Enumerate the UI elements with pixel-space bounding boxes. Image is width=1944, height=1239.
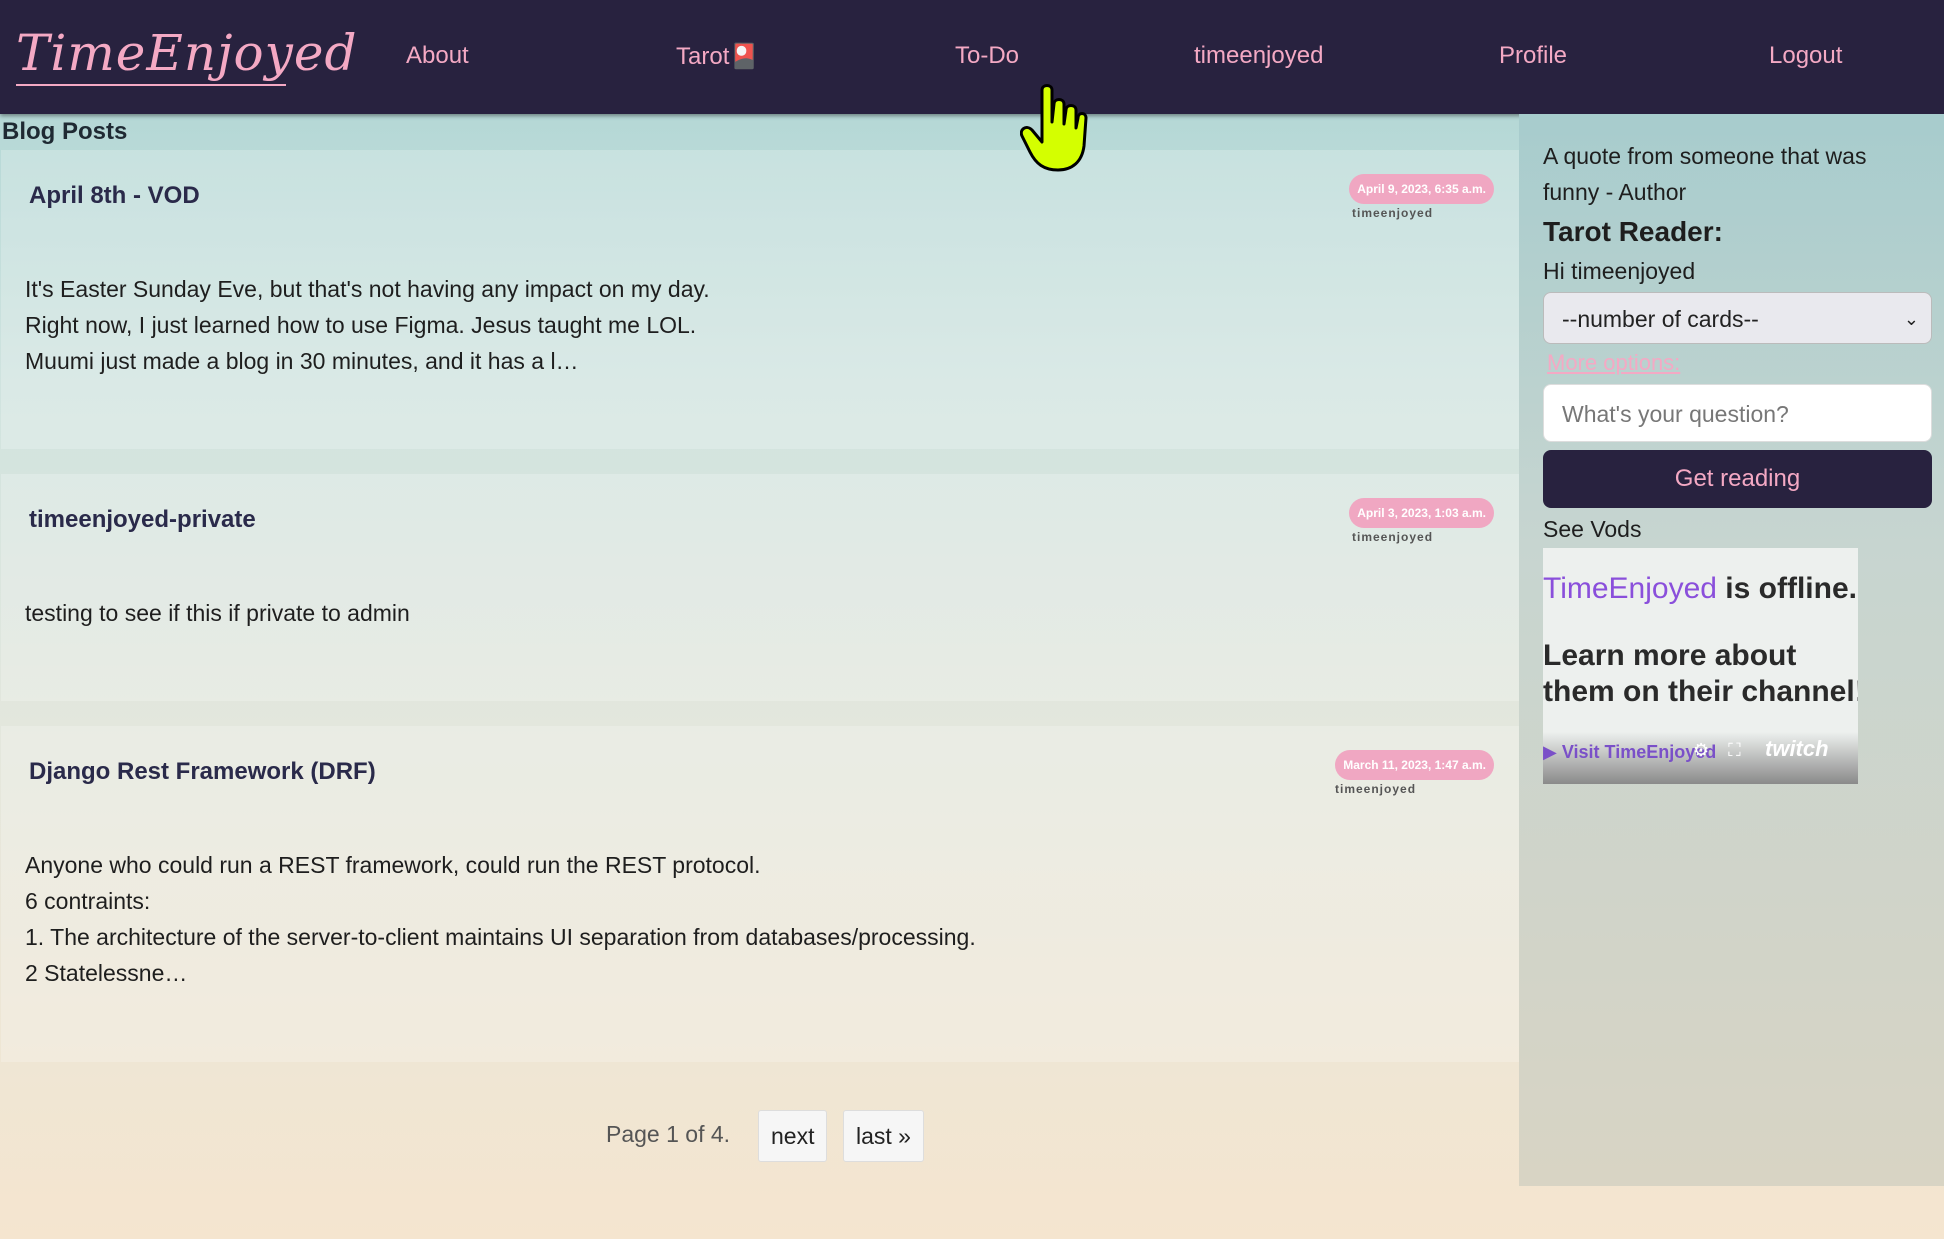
post-date-badge: April 3, 2023, 1:03 a.m. [1349, 498, 1494, 528]
chevron-down-icon: ⌄ [1903, 309, 1919, 329]
logo-text: TimeEnjoyed [16, 24, 358, 82]
quote-text: A quote from someone that was funny - Au… [1543, 143, 1867, 205]
post-excerpt: It's Easter Sunday Eve, but that's not h… [25, 271, 710, 379]
blog-heading: Blog Posts [2, 118, 128, 145]
nav-about[interactable]: About [406, 42, 469, 70]
excerpt-line: 6 contraints: [25, 888, 151, 914]
nav-username[interactable]: timeenjoyed [1194, 42, 1323, 70]
get-reading-button[interactable]: Get reading [1543, 450, 1932, 508]
gear-icon[interactable]: ⚙ [1693, 740, 1709, 760]
post-author: timeenjoyed [1335, 782, 1417, 796]
twitch-embed[interactable]: TimeEnjoyed is offline. Learn more about… [1543, 548, 1858, 784]
post-title[interactable]: Django Rest Framework (DRF) [29, 758, 376, 786]
fullscreen-icon[interactable]: ⛶ [1728, 740, 1741, 760]
twitch-channel-name[interactable]: TimeEnjoyed [1543, 572, 1717, 605]
blog-post-card: timeenjoyed-private April 3, 2023, 1:03 … [1, 474, 1519, 701]
excerpt-line: It's Easter Sunday Eve, but that's not h… [25, 276, 710, 302]
tarot-reader-title: Tarot Reader: [1543, 216, 1723, 247]
blog-post-card: Django Rest Framework (DRF) March 11, 20… [1, 726, 1519, 1062]
post-excerpt: testing to see if this if private to adm… [25, 595, 410, 631]
site-logo[interactable]: TimeEnjoyed [16, 18, 358, 98]
twitch-learn-more: Learn more about them on their channel! [1543, 639, 1858, 708]
blog-post-card: April 8th - VOD April 9, 2023, 6:35 a.m.… [1, 150, 1519, 449]
twitch-logo: twitch [1765, 736, 1829, 761]
excerpt-line: Right now, I just learned how to use Fig… [25, 312, 697, 338]
select-value: --number of cards-- [1562, 306, 1759, 332]
excerpt-line: Anyone who could run a REST framework, c… [25, 852, 761, 878]
excerpt-line: testing to see if this if private to adm… [25, 600, 410, 626]
twitch-status: is offline. [1716, 572, 1857, 605]
excerpt-line: 2 Statelessne… [25, 960, 188, 986]
logo-underline [16, 84, 286, 86]
last-page-button[interactable]: last » [843, 1110, 924, 1162]
pagination-status: Page 1 of 4. [606, 1121, 731, 1147]
excerpt-line: 1. The architecture of the server-to-cli… [25, 924, 976, 950]
post-date-badge: April 9, 2023, 6:35 a.m. [1349, 174, 1494, 204]
hand-cursor-icon [1020, 84, 1088, 172]
post-date-badge: March 11, 2023, 1:47 a.m. [1335, 750, 1494, 780]
see-vods-label: See Vods [1543, 516, 1642, 542]
post-title[interactable]: April 8th - VOD [29, 182, 200, 210]
nav-logout[interactable]: Logout [1769, 42, 1842, 70]
number-of-cards-select[interactable]: --number of cards-- ⌄ [1543, 292, 1932, 344]
sidebar: A quote from someone that was funny - Au… [1519, 114, 1944, 1186]
twitch-controls: ⚙ ⛶ [1693, 740, 1741, 761]
question-input[interactable]: What's your question? [1543, 384, 1932, 442]
user-greeting: Hi timeenjoyed [1543, 258, 1696, 284]
post-excerpt: Anyone who could run a REST framework, c… [25, 847, 976, 991]
nav-profile[interactable]: Profile [1499, 42, 1567, 70]
more-options-link[interactable]: More options: [1547, 350, 1680, 376]
excerpt-line: Muumi just made a blog in 30 minutes, an… [25, 348, 579, 374]
post-author: timeenjoyed [1352, 530, 1434, 544]
twitch-visit-link[interactable]: ▶ Visit TimeEnjoyed [1543, 742, 1716, 763]
post-title[interactable]: timeenjoyed-private [29, 506, 256, 534]
post-author: timeenjoyed [1352, 206, 1434, 220]
next-page-button[interactable]: next [758, 1110, 828, 1162]
nav-todo[interactable]: To-Do [955, 42, 1019, 70]
twitch-offline-text: TimeEnjoyed is offline. [1543, 572, 1857, 606]
nav-tarot[interactable]: Tarot🎴 [676, 42, 759, 71]
navbar: TimeEnjoyed About Tarot🎴 To-Do timeenjoy… [0, 0, 1944, 114]
